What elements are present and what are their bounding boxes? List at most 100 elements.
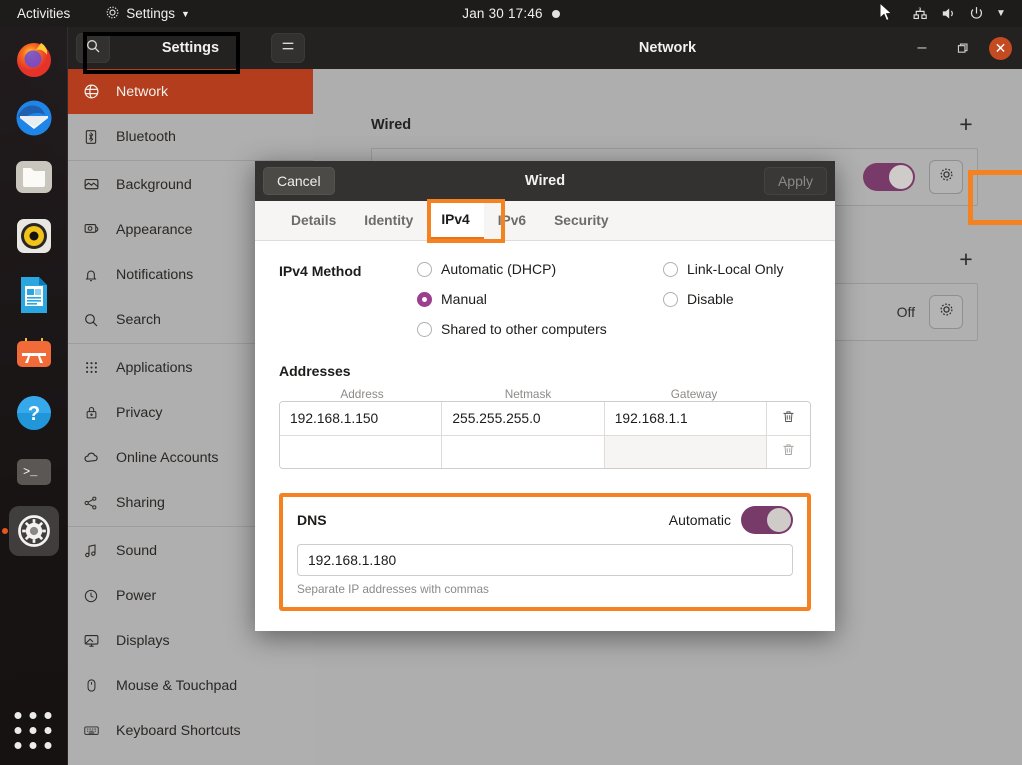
top-bar: Activities Settings ▼ Jan 30 17:46 ? ▼	[0, 0, 1022, 27]
dock-item-firefox[interactable]	[9, 34, 59, 84]
apps-grid-dot	[14, 712, 21, 719]
column-header-netmask: Netmask	[504, 387, 552, 401]
dock-item-rhythmbox[interactable]	[9, 211, 59, 261]
sidebar-item-label: Background	[116, 176, 192, 193]
toggle-knob	[767, 508, 791, 532]
power-icon	[82, 587, 100, 605]
gear-icon	[105, 5, 120, 23]
sidebar-item-label: Bluetooth	[116, 128, 176, 145]
wired-section-title: Wired	[371, 116, 412, 133]
table-row: 192.168.1.150 255.255.255.0 192.168.1.1	[280, 402, 810, 435]
activities-button[interactable]: Activities	[10, 4, 77, 23]
lock-icon	[82, 404, 100, 422]
radio-shared-to-other-computers[interactable]: Shared to other computers	[417, 321, 663, 337]
network-wired-icon: ?	[912, 5, 929, 22]
sidebar-item-keyboard-shortcuts[interactable]: Keyboard Shortcuts	[68, 708, 313, 753]
sidebar-item-bluetooth[interactable]: Bluetooth	[68, 114, 313, 159]
sidebar-item-label: Appearance	[116, 221, 193, 238]
gateway-input-empty[interactable]	[604, 436, 768, 468]
add-wired-button[interactable]: +	[954, 113, 978, 136]
sidebar-item-label: Sound	[116, 542, 158, 559]
radio-link-local-only[interactable]: Link-Local Only	[663, 261, 784, 277]
dock-item-thunderbird[interactable]	[9, 93, 59, 143]
apply-button[interactable]: Apply	[763, 167, 827, 195]
dns-title: DNS	[297, 512, 327, 528]
sidebar-item-label: Online Accounts	[116, 449, 219, 466]
ipv4-method-column-left: Automatic (DHCP) Manual Shared to other …	[417, 261, 663, 337]
radio-automatic-dhcp[interactable]: Automatic (DHCP)	[417, 261, 663, 277]
system-tray[interactable]: ? ▼	[912, 0, 1013, 27]
radio-manual[interactable]: Manual	[417, 291, 663, 307]
toggle-knob	[889, 165, 913, 189]
gear-icon	[938, 166, 955, 188]
chevron-down-icon: ▼	[181, 8, 190, 19]
sidebar-item-mouse-touchpad[interactable]: Mouse & Touchpad	[68, 663, 313, 708]
table-row	[280, 435, 810, 468]
delete-address-button[interactable]	[767, 436, 810, 468]
dock-item-libreoffice-writer[interactable]	[9, 270, 59, 320]
wired-toggle[interactable]	[863, 163, 915, 191]
wired-settings-dialog: Cancel Wired Apply Details Identity IPv4…	[255, 161, 835, 631]
dns-section: DNS Automatic 192.168.1.180 Separate IP …	[279, 493, 811, 611]
secondary-settings-button[interactable]	[929, 295, 963, 329]
address-input[interactable]: 192.168.1.150	[280, 402, 443, 435]
tab-ipv4[interactable]: IPv4	[427, 201, 484, 240]
maximize-button[interactable]	[949, 35, 975, 61]
minimize-button[interactable]: –	[909, 35, 935, 61]
netmask-input-empty[interactable]	[442, 436, 605, 468]
dock-item-ubuntu-software[interactable]	[9, 329, 59, 379]
radio-indicator	[663, 261, 678, 277]
dock: ? >_	[0, 27, 68, 765]
dns-hint-text: Separate IP addresses with commas	[297, 582, 489, 596]
dns-automatic-toggle[interactable]	[741, 506, 793, 534]
cancel-button[interactable]: Cancel	[263, 167, 335, 195]
radio-indicator	[417, 261, 432, 277]
sidebar-item-label: Keyboard Shortcuts	[116, 722, 241, 739]
sidebar-item-label: Applications	[116, 359, 193, 376]
address-input-empty[interactable]	[280, 436, 443, 468]
dock-item-terminal[interactable]: >_	[9, 447, 59, 497]
sidebar-item-label: Notifications	[116, 266, 194, 283]
apps-grid-dot	[44, 727, 51, 734]
network-window-titlebar: Network – ✕	[313, 27, 1022, 69]
dock-item-help[interactable]: ?	[9, 388, 59, 438]
dock-item-files[interactable]	[9, 152, 59, 202]
dns-servers-input[interactable]: 192.168.1.180	[297, 544, 793, 576]
apps-grid-dot	[44, 712, 51, 719]
gateway-input[interactable]: 192.168.1.1	[604, 402, 768, 435]
addresses-title: Addresses	[279, 363, 351, 379]
sidebar-item-network[interactable]: Network	[68, 69, 313, 114]
radio-disable[interactable]: Disable	[663, 291, 784, 307]
desktop-screen: Activities Settings ▼ Jan 30 17:46 ? ▼ ?…	[0, 0, 1022, 765]
tab-ipv6[interactable]: IPv6	[484, 201, 540, 240]
add-secondary-button[interactable]: +	[954, 248, 978, 271]
tab-identity[interactable]: Identity	[350, 201, 427, 240]
clock[interactable]: Jan 30 17:46	[462, 6, 542, 21]
delete-address-button[interactable]	[767, 402, 810, 435]
column-header-gateway: Gateway	[670, 387, 718, 401]
svg-text:?: ?	[27, 403, 39, 425]
netmask-input[interactable]: 255.255.255.0	[442, 402, 605, 435]
apps-grid-dot	[14, 742, 21, 749]
apps-grid-icon	[82, 359, 100, 377]
addresses-table: 192.168.1.150 255.255.255.0 192.168.1.1	[279, 401, 811, 469]
app-menu-settings[interactable]: Settings ▼	[105, 5, 190, 23]
app-menu-label: Settings	[126, 6, 176, 21]
wired-settings-button[interactable]	[929, 160, 963, 194]
hamburger-menu-icon	[280, 38, 296, 59]
tab-security[interactable]: Security	[540, 201, 622, 240]
dock-item-settings[interactable]	[8, 506, 59, 556]
ipv4-method-column-right: Link-Local Only Disable	[663, 261, 784, 337]
radio-label: Automatic (DHCP)	[441, 261, 557, 277]
search-button[interactable]	[76, 33, 110, 63]
hamburger-menu-button[interactable]	[270, 33, 305, 63]
sidebar-item-label: Privacy	[116, 404, 163, 421]
tab-details[interactable]: Details	[277, 201, 350, 240]
mouse-cursor	[879, 2, 893, 22]
show-applications-button[interactable]	[14, 712, 53, 751]
apps-grid-dot	[44, 742, 51, 749]
sidebar-item-label: Mouse & Touchpad	[116, 677, 238, 694]
close-button[interactable]: ✕	[989, 36, 1012, 60]
appearance-icon	[82, 221, 100, 239]
radio-label: Shared to other computers	[441, 321, 607, 337]
